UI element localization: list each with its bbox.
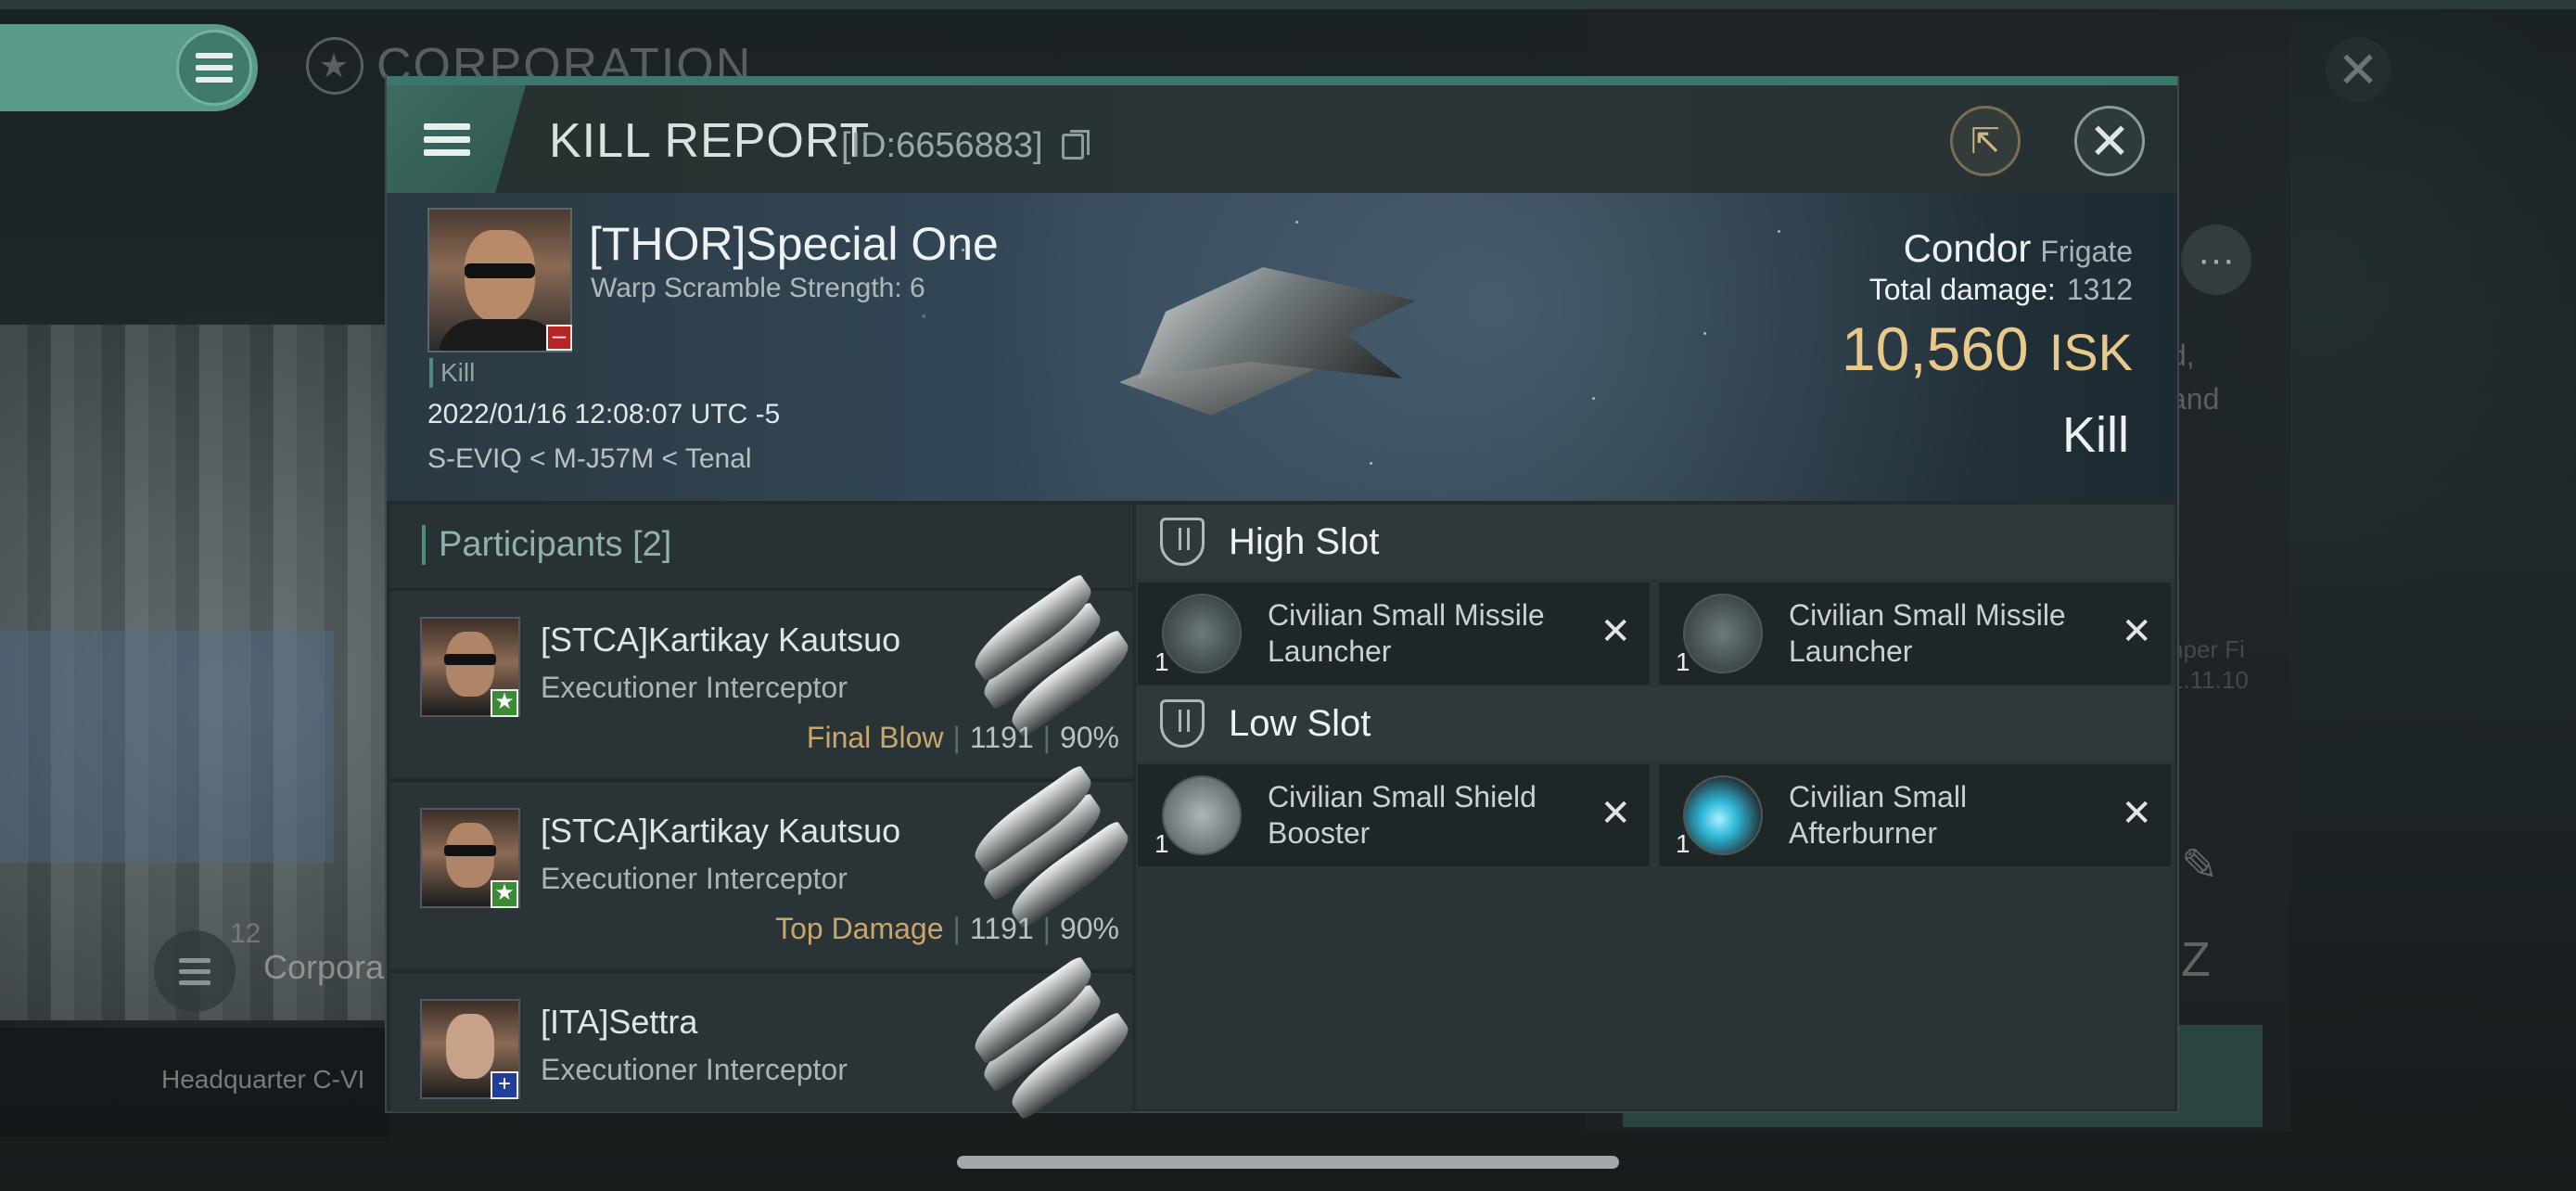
- missile-launcher-icon: [1162, 594, 1242, 673]
- sleep-icon[interactable]: Z: [2181, 932, 2211, 988]
- headquarter-label: Headquarter C-VI: [161, 1065, 365, 1094]
- report-id: [ID:6656883]: [841, 126, 1043, 165]
- participant-percent: 90%: [1059, 721, 1119, 754]
- participant-name: [STCA]Kartikay Kautsuo: [541, 812, 901, 850]
- close-icon[interactable]: ✕: [2074, 106, 2145, 176]
- edit-icon[interactable]: ✎: [2181, 839, 2218, 891]
- participant-row[interactable]: ★ [STCA]Kartikay Kautsuo Executioner Int…: [390, 572, 1138, 776]
- participant-stats: Final Blow | 1191 | 90%: [806, 721, 1119, 754]
- high-slot-icon: [1160, 518, 1205, 566]
- participant-ship-image: [963, 572, 1138, 739]
- total-damage: Total damage: 1312: [1868, 273, 2133, 306]
- module-item[interactable]: 1 Civilian Small Missile Launcher ✕: [1659, 583, 2171, 685]
- background-close-icon[interactable]: ✕: [2326, 37, 2391, 102]
- fittings-panel: High Slot 1 Civilian Small Missile Launc…: [1136, 505, 2174, 1109]
- shield-booster-icon: [1162, 775, 1242, 855]
- module-quantity: 1: [1154, 647, 1169, 676]
- modal-title: KILL REPORT: [549, 114, 871, 168]
- low-slot-icon: [1160, 699, 1205, 748]
- modal-header: KILL REPORT [ID:6656883] ⇱ ✕: [387, 85, 2177, 193]
- more-options-icon[interactable]: ···: [2181, 224, 2251, 295]
- participant-name: [STCA]Kartikay Kautsuo: [541, 621, 901, 659]
- participant-damage: 1191: [969, 912, 1034, 945]
- destroyed-icon: ✕: [2121, 611, 2152, 652]
- victim-name[interactable]: [THOR]Special One: [589, 217, 999, 271]
- corporation-label: Corpora: [263, 948, 385, 986]
- low-slot-header: Low Slot: [1136, 686, 2174, 761]
- menu-icon: [424, 122, 470, 156]
- participant-role: Top Damage: [775, 912, 944, 945]
- module-quantity: 1: [1676, 647, 1690, 676]
- victim-banner: – [THOR]Special One Warp Scramble Streng…: [387, 193, 2177, 501]
- module-quantity: 1: [1676, 829, 1690, 858]
- participant-row[interactable]: ★ [STCA]Kartikay Kautsuo Executioner Int…: [390, 763, 1138, 967]
- participant-percent: 90%: [1059, 912, 1119, 945]
- participant-ship: Executioner Interceptor: [541, 1053, 848, 1086]
- kill-report-modal: KILL REPORT [ID:6656883] ⇱ ✕ – [THOR]Spe…: [385, 76, 2179, 1121]
- high-slot-header: High Slot: [1136, 505, 2174, 579]
- module-name: Civilian Small Missile Launcher: [1268, 598, 1545, 668]
- total-damage-value: 1312: [2066, 273, 2133, 306]
- module-name: Civilian Small Shield Booster: [1268, 780, 1537, 850]
- participant-ship-image: [963, 763, 1138, 930]
- participants-panel: Participants [2] ★ [STCA]Kartikay Kautsu…: [390, 505, 1138, 1121]
- afterburner-icon: [1683, 775, 1763, 855]
- participant-ship: Executioner Interceptor: [541, 671, 848, 704]
- destroyed-icon: ✕: [1600, 793, 1631, 834]
- menu-icon: [176, 30, 252, 106]
- participant-name: [ITA]Settra: [541, 1003, 698, 1041]
- module-name: Civilian Small Afterburner: [1789, 780, 1968, 850]
- participant-ship-image: [963, 954, 1138, 1121]
- participants-header: Participants [2]: [390, 505, 1132, 588]
- ally-badge-icon: ★: [491, 880, 518, 908]
- bg-text: 1.11.10: [2170, 666, 2249, 694]
- ship-class: Frigate: [2040, 235, 2133, 268]
- home-indicator[interactable]: [957, 1156, 1619, 1169]
- module-item[interactable]: 1 Civilian Small Afterburner ✕: [1659, 764, 2171, 866]
- ally-badge-icon: ★: [491, 689, 518, 717]
- bg-text: nper Fi: [2170, 635, 2245, 663]
- module-item[interactable]: 1 Civilian Small Missile Launcher ✕: [1138, 583, 1650, 685]
- kill-location[interactable]: S-EVIQ < M-J57M < Tenal: [427, 443, 752, 475]
- main-menu-button[interactable]: [0, 24, 258, 111]
- isk-value: 10,560 ISK: [1841, 314, 2133, 383]
- participant-damage: 1191: [969, 721, 1034, 754]
- top-accent-line: [0, 0, 2576, 9]
- modal-accent-bar: [387, 76, 2177, 85]
- module-quantity: 1: [1154, 829, 1169, 858]
- kill-tag: Kill: [429, 358, 475, 388]
- participant-ship: Executioner Interceptor: [541, 862, 848, 895]
- star-icon: ★: [306, 37, 363, 95]
- destroyed-icon: ✕: [1600, 611, 1631, 652]
- station-glow: [0, 631, 334, 863]
- participant-row[interactable]: + [ITA]Settra Executioner Interceptor: [390, 954, 1138, 1121]
- participant-role: Final Blow: [806, 721, 944, 754]
- share-icon[interactable]: ⇱: [1950, 106, 2021, 176]
- hostile-badge-icon: –: [546, 323, 572, 351]
- result-label: Kill: [2061, 407, 2129, 463]
- warp-scramble-strength: Warp Scramble Strength: 6: [591, 273, 925, 303]
- copy-icon[interactable]: [1062, 130, 1090, 160]
- ship-name[interactable]: Condor Frigate: [1904, 226, 2133, 271]
- header-menu-button[interactable]: [387, 85, 526, 193]
- participant-stats: Top Damage | 1191 | 90%: [775, 912, 1119, 945]
- module-item[interactable]: 1 Civilian Small Shield Booster ✕: [1138, 764, 1650, 866]
- ship-image[interactable]: [1101, 211, 1453, 453]
- kill-timestamp: 2022/01/16 12:08:07 UTC -5: [427, 399, 781, 429]
- destroyed-icon: ✕: [2121, 793, 2152, 834]
- corporation-menu-icon[interactable]: [154, 930, 236, 1012]
- corporation-count: 12: [230, 918, 261, 949]
- corp-badge-icon: +: [491, 1071, 518, 1099]
- module-name: Civilian Small Missile Launcher: [1789, 598, 2066, 668]
- missile-launcher-icon: [1683, 594, 1763, 673]
